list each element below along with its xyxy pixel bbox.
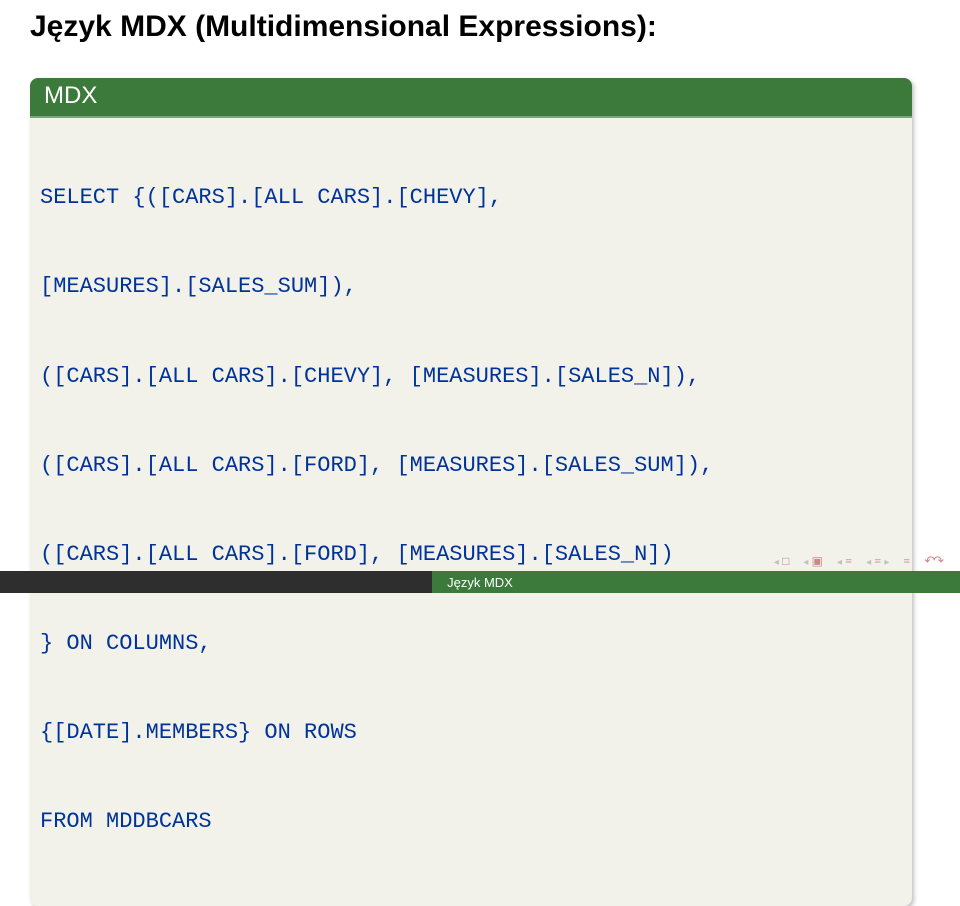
nav-lines-icon[interactable]: ≡ [903,553,910,569]
block-header: MDX [30,78,912,118]
code-line: SELECT {([CARS].[ALL CARS].[CHEVY], [40,183,902,213]
footer-bar: Język MDX [0,571,960,593]
code-line: ([CARS].[ALL CARS].[FORD], [MEASURES].[S… [40,540,902,570]
slide-title: Język MDX (Multidimensional Expressions)… [30,10,657,44]
code-line: {[DATE].MEMBERS} ON ROWS [40,718,902,748]
beamer-nav: ◂ □ ◂ ▣ ◂ ≡ ◂ ≡ ▸ ≡ ↶↷ [774,553,942,569]
nav-prev-slide-icon[interactable]: ◂ ▣ [803,553,823,569]
nav-prev-sub-icon[interactable]: ◂ ≡ [837,553,852,569]
nav-prev-section-icon[interactable]: ◂ □ [774,553,790,569]
nav-next-sub-icon[interactable]: ◂ ≡ ▸ [866,553,889,569]
nav-undo-icon[interactable]: ↶↷ [924,553,942,569]
footer-title: Język MDX [447,575,513,590]
code-block: MDX SELECT {([CARS].[ALL CARS].[CHEVY], … [30,78,912,906]
code-line: } ON COLUMNS, [40,629,902,659]
code-line: [MEASURES].[SALES_SUM]), [40,272,902,302]
code-line: ([CARS].[ALL CARS].[CHEVY], [MEASURES].[… [40,362,902,392]
code-line: FROM MDDBCARS [40,807,902,837]
code-line: ([CARS].[ALL CARS].[FORD], [MEASURES].[S… [40,451,902,481]
code-body: SELECT {([CARS].[ALL CARS].[CHEVY], [MEA… [30,118,912,906]
